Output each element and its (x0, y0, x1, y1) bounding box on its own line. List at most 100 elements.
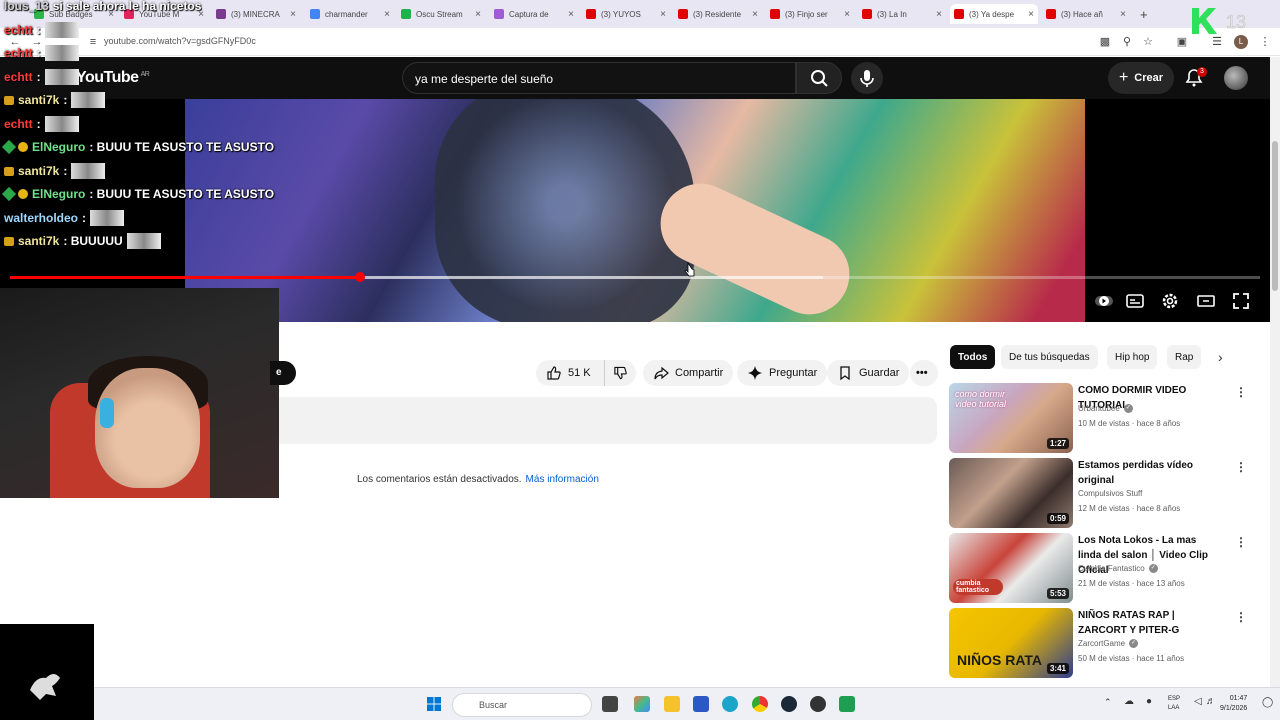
recommended-video[interactable]: cumbia fantastico 5:53 Los Nota Lokos - La… (949, 533, 1249, 603)
profile-icon[interactable]: L (1234, 35, 1248, 49)
install-app-icon[interactable]: ▩ (1098, 35, 1112, 49)
file-explorer-icon[interactable] (664, 696, 680, 712)
channel-name[interactable]: Urbantubee ✓ (1078, 404, 1133, 413)
progress-scrubber[interactable] (355, 272, 365, 282)
video-meta: 21 M de vistas · hace 13 años (1078, 579, 1185, 588)
extensions-icon[interactable]: ▣ (1175, 35, 1189, 49)
tab-close-icon[interactable]: × (568, 9, 574, 20)
steam-icon[interactable] (781, 696, 797, 712)
subtitles-icon[interactable] (1125, 291, 1145, 311)
autoplay-toggle-icon[interactable] (1094, 291, 1114, 311)
browser-tab[interactable]: charmander × (306, 4, 394, 24)
more-vertical-icon[interactable]: ⋮ (1235, 385, 1247, 399)
new-tab-icon[interactable]: + (1136, 4, 1148, 24)
ask-button[interactable]: Preguntar (737, 360, 828, 386)
taskbar-clock[interactable]: 01:47 9/1/2026 (1220, 694, 1247, 714)
tab-close-icon[interactable]: × (1120, 9, 1126, 20)
clock-date: 9/1/2026 (1220, 705, 1248, 712)
tab-close-icon[interactable]: × (844, 9, 850, 20)
recommended-video[interactable]: 0:59 Estamos perdidas vídeo original Compu… (949, 458, 1249, 528)
taskbar-search[interactable]: Buscar (452, 693, 592, 717)
chip-de-tus-busquedas[interactable]: De tus búsquedas (1001, 345, 1098, 369)
dislike-button[interactable] (604, 360, 636, 386)
chevron-up-icon[interactable]: ⌃ (1104, 697, 1112, 708)
language-indicator[interactable]: ESP LAA (1168, 695, 1180, 713)
browser-tab[interactable]: (3) Residente × (674, 4, 762, 24)
edge-icon[interactable] (722, 696, 738, 712)
browser-tab[interactable]: (3) YUYOS × (582, 4, 670, 24)
tab-close-icon[interactable]: × (1028, 9, 1034, 20)
obs-icon[interactable] (810, 696, 826, 712)
browser-menu-icon[interactable]: ⋮ (1258, 35, 1272, 49)
excel-icon[interactable] (839, 696, 855, 712)
recommended-video[interactable]: NIÑOS RATA 3:41 NIÑOS RATAS RAP | ZARCORT … (949, 608, 1249, 678)
video-thumbnail[interactable]: cumbia fantastico 5:53 (949, 533, 1073, 603)
browser-tab[interactable]: (3) Finjo ser × (766, 4, 854, 24)
notifications-tray-icon[interactable]: ◯ (1262, 697, 1273, 708)
channel-label: Urbantubee (1078, 404, 1120, 413)
scrollbar-thumb[interactable] (1272, 141, 1278, 291)
share-button[interactable]: Compartir (643, 360, 734, 386)
page-scrollbar[interactable] (1270, 57, 1280, 687)
task-view-icon[interactable] (602, 696, 618, 712)
voice-search-button[interactable] (851, 62, 883, 94)
chat-text: si sale ahora le ha nicetos (52, 0, 202, 13)
zoom-icon[interactable]: ⚲ (1120, 35, 1134, 49)
channel-name[interactable]: ZarcortGame ✓ (1078, 639, 1139, 648)
recommended-video[interactable]: como dormir video tutorial 1:27 COMO DORMI… (949, 383, 1249, 453)
more-vertical-icon[interactable]: ⋮ (1235, 460, 1247, 474)
tab-close-icon[interactable]: × (752, 9, 758, 20)
video-thumbnail[interactable]: como dormir video tutorial 1:27 (949, 383, 1073, 453)
video-frame[interactable] (185, 99, 1085, 322)
channel-name[interactable]: Cumbia Fantastico ✓ (1078, 564, 1158, 573)
more-info-link[interactable]: Más información (526, 474, 599, 485)
more-vertical-icon[interactable]: ⋮ (1235, 610, 1247, 624)
browser-tab[interactable]: (3) Ya despe × (950, 4, 1038, 24)
bookmark-star-icon[interactable]: ☆ (1141, 35, 1155, 49)
save-button[interactable]: Guardar (827, 360, 910, 386)
subscribe-button-partial[interactable]: e (270, 361, 296, 385)
wifi-icon[interactable]: ◁ (1194, 696, 1202, 707)
video-title[interactable]: Estamos perdidas vídeo original (1078, 458, 1218, 488)
chip-todos[interactable]: Todos (950, 345, 996, 369)
like-button[interactable]: 51 K (536, 360, 604, 386)
search-box[interactable]: ya me desperte del sueño (402, 62, 796, 94)
volume-icon[interactable]: ♬ (1206, 696, 1216, 707)
account-avatar[interactable] (1224, 66, 1248, 90)
chat-emote (126, 233, 161, 249)
more-vertical-icon[interactable]: ⋮ (1235, 535, 1247, 549)
tab-close-icon[interactable]: × (384, 9, 390, 20)
chrome-icon[interactable] (752, 696, 768, 712)
fullscreen-icon[interactable] (1231, 291, 1251, 311)
tab-close-icon[interactable]: × (475, 9, 481, 20)
settings-gear-icon[interactable] (1160, 291, 1180, 311)
tab-close-icon[interactable]: × (660, 9, 666, 20)
more-actions-button[interactable]: ••• (910, 360, 938, 386)
create-button[interactable]: + Crear (1108, 62, 1174, 94)
chip-hip-hop[interactable]: Hip hop (1107, 345, 1158, 369)
browser-tab[interactable]: Oscu Stream × (397, 4, 485, 24)
theater-mode-icon[interactable] (1196, 291, 1216, 311)
search-button[interactable] (796, 62, 842, 94)
chip-rap[interactable]: Rap (1167, 345, 1202, 369)
clock-time: 01:47 (1229, 695, 1248, 702)
chevron-right-icon[interactable]: › (1218, 349, 1223, 365)
microphone-tray-icon[interactable]: ● (1146, 696, 1152, 707)
share-label: Compartir (675, 367, 724, 379)
cloud-icon[interactable]: ☁ (1124, 696, 1134, 707)
video-title[interactable]: NIÑOS RATAS RAP | ZARCORT Y PITER-G (1078, 608, 1218, 638)
video-thumbnail[interactable]: NIÑOS RATA 3:41 (949, 608, 1073, 678)
search-input[interactable]: ya me desperte del sueño (415, 72, 553, 86)
copilot-icon[interactable] (634, 696, 650, 712)
video-thumbnail[interactable]: 0:59 (949, 458, 1073, 528)
tab-close-icon[interactable]: × (936, 9, 942, 20)
chat-message: ElNeguro: BUUU TE ASUSTO TE ASUSTO (1, 184, 274, 204)
description-box[interactable] (279, 397, 937, 444)
browser-tab[interactable]: (3) La In × (858, 4, 946, 24)
store-icon[interactable] (693, 696, 709, 712)
browser-tab[interactable]: Captura de × (490, 4, 578, 24)
browser-tab[interactable]: (3) Hace añ × (1042, 4, 1130, 24)
channel-name[interactable]: Compulsivos Stuff (1078, 489, 1142, 498)
windows-start-icon[interactable] (426, 696, 442, 712)
media-controls-icon[interactable]: ☰ (1210, 35, 1224, 49)
